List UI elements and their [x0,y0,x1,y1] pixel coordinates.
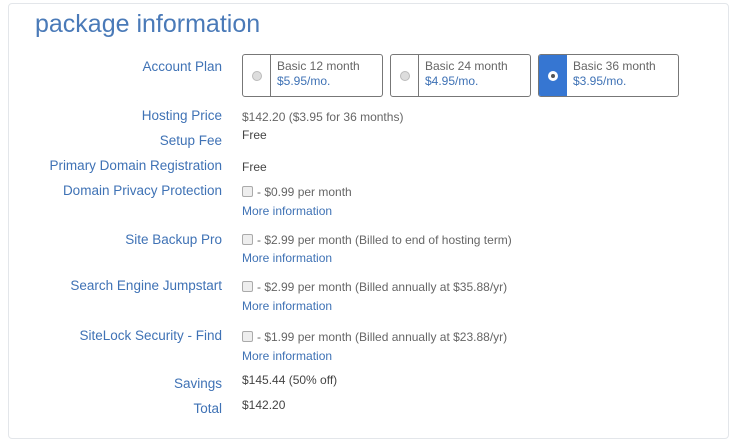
plan-option-12-month[interactable]: Basic 12 month $5.95/mo. [242,54,383,97]
domain-privacy-more-info-link[interactable]: More information [242,204,332,218]
search-engine-more-info-link[interactable]: More information [242,299,332,313]
sitelock-more-info-link[interactable]: More information [242,349,332,363]
hosting-price-value: $142.20 ($3.95 for 36 months) [242,110,404,124]
plan-option-24-month[interactable]: Basic 24 month $4.95/mo. [390,54,531,97]
site-backup-more-info-link[interactable]: More information [242,251,332,265]
plan-price: $4.95/mo. [425,74,479,88]
savings-label: Savings [173,376,222,391]
radio-icon[interactable] [399,70,410,81]
search-engine-label: Search Engine Jumpstart [70,278,222,293]
site-backup-checkbox[interactable] [242,234,253,245]
plan-option-36-month[interactable]: Basic 36 month $3.95/mo. [538,54,679,97]
total-value: $142.20 [242,398,286,412]
savings-value: $145.44 (50% off) [242,373,338,387]
domain-privacy-checkbox[interactable] [242,186,253,197]
sitelock-price: - $1.99 per month (Billed annually at $2… [257,330,508,344]
search-engine-price: - $2.99 per month (Billed annually at $3… [257,280,508,294]
sitelock-label: SiteLock Security - Find [79,328,222,343]
sitelock-checkbox[interactable] [242,331,253,342]
site-backup-price: - $2.99 per month (Billed to end of host… [257,233,512,247]
section-title: package information [35,10,261,38]
radio-icon[interactable] [251,70,262,81]
search-engine-checkbox[interactable] [242,281,253,292]
radio-selected-icon[interactable] [547,70,558,81]
plan-price: $3.95/mo. [573,74,627,88]
domain-privacy-label: Domain Privacy Protection [62,183,222,198]
account-plan-label: Account Plan [142,59,222,74]
plan-price: $5.95/mo. [277,74,331,88]
setup-fee-label: Setup Fee [159,133,222,148]
primary-domain-value: Free [242,160,267,174]
plan-name: Basic 36 month [573,59,656,73]
total-label: Total [193,401,222,416]
plan-name: Basic 24 month [425,59,508,73]
plan-name: Basic 12 month [277,59,360,73]
primary-domain-label: Primary Domain Registration [49,158,222,173]
hosting-price-label: Hosting Price [141,108,222,123]
site-backup-label: Site Backup Pro [125,232,222,247]
setup-fee-value: Free [242,128,267,142]
domain-privacy-price: - $0.99 per month [257,185,352,199]
